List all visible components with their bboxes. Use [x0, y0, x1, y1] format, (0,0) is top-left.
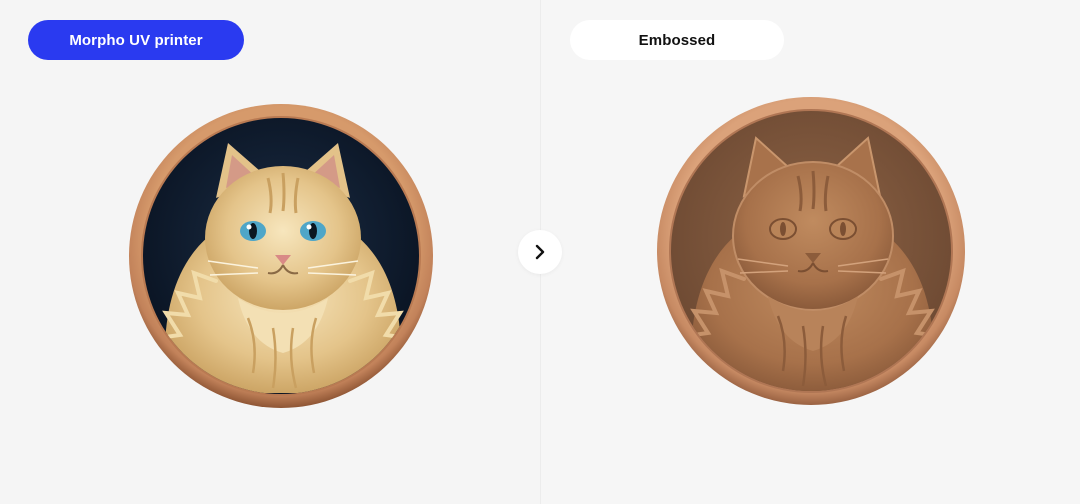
next-arrow-button[interactable]	[518, 230, 562, 274]
comparison-stage: Morpho UV printer Embossed	[0, 0, 1080, 504]
embossed-cat-illustration	[657, 97, 965, 405]
color-cat-medallion	[128, 103, 434, 409]
morpho-uv-printer-label: Morpho UV printer	[28, 20, 244, 60]
color-cat-illustration	[129, 104, 433, 408]
embossed-label: Embossed	[570, 20, 784, 60]
embossed-text: Embossed	[638, 31, 716, 49]
chevron-right-icon	[535, 244, 545, 260]
morpho-uv-printer-text: Morpho UV printer	[69, 31, 203, 49]
embossed-cat-medallion	[656, 96, 966, 406]
